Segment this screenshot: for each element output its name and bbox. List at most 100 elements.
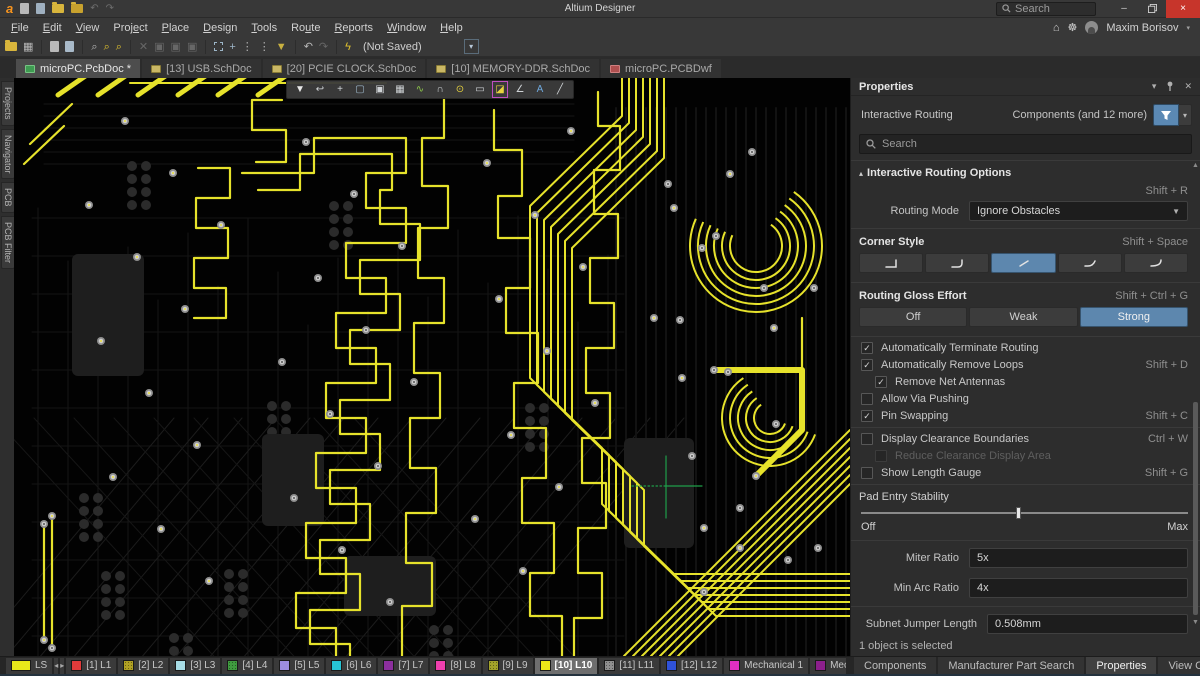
doc-tab-1[interactable]: microPC.PcbDoc * — [16, 59, 140, 78]
checkbox-row-pin-swapping[interactable]: ✓Pin SwappingShift + C — [851, 407, 1200, 424]
layer-item-4-l4[interactable]: [4] L4 — [222, 658, 272, 674]
active-layer-icon[interactable]: ◪ — [492, 81, 508, 98]
zoom-document-icon[interactable]: ⌕ — [91, 40, 97, 54]
panel-close-icon[interactable]: ✕ — [1184, 81, 1192, 92]
document-icon[interactable] — [50, 41, 59, 52]
menu-project[interactable]: Project — [106, 20, 154, 36]
checkbox[interactable] — [875, 450, 887, 462]
move-icon[interactable]: + — [330, 81, 350, 98]
layer-item-9-l9[interactable]: [9] L9 — [483, 658, 533, 674]
pad-entry-slider[interactable] — [851, 505, 1200, 519]
pcb-editor-canvas[interactable]: ▼↩+▢▣▦∿∩⊙▭◪∠A╱ — [14, 78, 850, 656]
paste-icon[interactable]: ▣ — [171, 40, 181, 54]
user-menu-chevron-icon[interactable]: ▾ — [1186, 24, 1190, 32]
checkbox[interactable]: ✓ — [875, 376, 887, 388]
field-input-min-arc-ratio[interactable]: 4x — [969, 578, 1188, 598]
restore-button[interactable] — [1138, 0, 1166, 18]
rail-tab-pcb-filter[interactable]: PCB Filter — [1, 216, 15, 269]
doc-tab-4[interactable]: [10] MEMORY-DDR.SchDoc — [427, 59, 599, 78]
panel-tab-properties[interactable]: Properties — [1086, 657, 1156, 674]
scrollbar-thumb[interactable] — [1193, 402, 1198, 615]
layer-item-10-l10[interactable]: [10] L10 — [535, 658, 598, 674]
layer-item-2-l2[interactable]: [2] L2 — [118, 658, 168, 674]
menu-help[interactable]: Help — [433, 20, 470, 36]
via-icon[interactable]: ⊙ — [450, 81, 470, 98]
layer-item-1-l1[interactable]: [1] L1 — [66, 658, 116, 674]
panel-tab-components[interactable]: Components — [854, 657, 936, 674]
undo-icon[interactable]: ↶ — [90, 3, 98, 15]
menu-tools[interactable]: Tools — [244, 20, 284, 36]
open-document-icon[interactable] — [36, 3, 45, 14]
corner-style-corner-90-rounded[interactable] — [925, 253, 989, 273]
menu-file[interactable]: File — [4, 20, 36, 36]
corner-style-corner-arc[interactable] — [1124, 253, 1188, 273]
section-interactive-routing-options[interactable]: ▴Interactive Routing Options — [851, 160, 1200, 183]
rail-tab-projects[interactable]: Projects — [1, 81, 15, 126]
doc-tab-5[interactable]: microPC.PCBDwf — [601, 59, 721, 78]
checkbox-row-remove-net-antennas[interactable]: ✓Remove Net Antennas — [851, 373, 1200, 390]
move-icon[interactable]: + — [229, 40, 235, 54]
layer-scroll-left[interactable]: ◂ — [54, 658, 58, 674]
avatar[interactable] — [1085, 21, 1098, 34]
object-filter-button[interactable] — [1153, 104, 1179, 126]
rail-tab-navigator[interactable]: Navigator — [1, 129, 15, 180]
layer-item-7-l7[interactable]: [7] L7 — [378, 658, 428, 674]
rail-tab-pcb[interactable]: PCB — [1, 182, 15, 213]
home-icon[interactable]: ⌂ — [1053, 22, 1060, 34]
layer-item-mechanical-2[interactable]: Mechanical 2 — [810, 658, 846, 674]
align2-icon[interactable]: ⋮ — [259, 40, 270, 54]
gloss-strong[interactable]: Strong — [1080, 307, 1188, 327]
checkbox[interactable] — [861, 467, 873, 479]
panel-menu-chevron-icon[interactable]: ▾ — [1152, 81, 1157, 92]
union-icon[interactable]: ▣ — [370, 81, 390, 98]
checkbox-row-display-clearance-boundaries[interactable]: Display Clearance BoundariesCtrl + W — [851, 430, 1200, 447]
align-icon[interactable]: ⋮ — [242, 40, 253, 54]
checkbox-row-automatically-remove-loops[interactable]: ✓Automatically Remove LoopsShift + D — [851, 356, 1200, 373]
layer-scroll-right[interactable]: ▸ — [60, 658, 64, 674]
open-folder-icon[interactable] — [52, 4, 64, 13]
doc-tab-2[interactable]: [13] USB.SchDoc — [142, 59, 261, 78]
zoom-icon[interactable]: ⌕ — [104, 40, 110, 54]
checkbox-row-show-length-gauge[interactable]: Show Length GaugeShift + G — [851, 464, 1200, 481]
panel-tab-view-configuration[interactable]: View Configuration — [1158, 657, 1200, 674]
checkbox[interactable]: ✓ — [861, 359, 873, 371]
layer-item-6-l6[interactable]: [6] L6 — [326, 658, 376, 674]
menu-window[interactable]: Window — [380, 20, 433, 36]
layer-item-12-l12[interactable]: [12] L12 — [661, 658, 722, 674]
doc-tab-3[interactable]: [20] PCIE CLOCK.SchDoc — [263, 59, 426, 78]
autoroute-icon[interactable]: ϟ — [345, 40, 351, 54]
menu-reports[interactable]: Reports — [327, 20, 380, 36]
gloss-off[interactable]: Off — [859, 307, 967, 327]
snap-icon[interactable]: ↩ — [310, 81, 330, 98]
panel-scrollbar[interactable]: ▲ ▼ — [1192, 162, 1199, 624]
pin-icon[interactable] — [1166, 81, 1174, 93]
cut-icon[interactable]: ✕ — [139, 40, 148, 54]
open-project-icon[interactable] — [71, 4, 83, 13]
room-icon[interactable]: ▭ — [470, 81, 490, 98]
properties-search-input[interactable]: Search — [859, 134, 1192, 154]
user-name[interactable]: Maxim Borisov — [1106, 22, 1178, 34]
menu-edit[interactable]: Edit — [36, 20, 69, 36]
layer-item-5-l5[interactable]: [5] L5 — [274, 658, 324, 674]
gloss-weak[interactable]: Weak — [969, 307, 1077, 327]
settings-gear-icon[interactable]: ☸ — [1067, 21, 1077, 34]
field-input-subnet-jumper-length[interactable]: 0.508mm — [987, 614, 1188, 634]
arc-icon[interactable]: ∩ — [430, 81, 450, 98]
not-saved-dropdown[interactable]: ▾ — [464, 39, 479, 54]
field-input-miter-ratio[interactable]: 5x — [969, 548, 1188, 568]
object-filter-dropdown[interactable]: ▾ — [1179, 104, 1192, 126]
layer-item-mechanical-1[interactable]: Mechanical 1 — [724, 658, 808, 674]
route-icon[interactable]: ∿ — [410, 81, 430, 98]
not-saved-combo[interactable]: (Not Saved) — [363, 41, 422, 53]
redo-icon[interactable]: ↷ — [106, 3, 114, 15]
layer-item-8-l8[interactable]: [8] L8 — [430, 658, 480, 674]
scroll-down-icon[interactable]: ▼ — [1192, 619, 1199, 626]
filter-icon[interactable]: ▼ — [290, 81, 310, 98]
text-icon[interactable]: A — [530, 81, 550, 98]
select-icon[interactable]: ▢ — [350, 81, 370, 98]
select-area-icon[interactable] — [214, 42, 223, 51]
checkbox-row-allow-via-pushing[interactable]: Allow Via Pushing — [851, 390, 1200, 407]
checkbox[interactable]: ✓ — [861, 342, 873, 354]
checkbox-row-automatically-terminate-routing[interactable]: ✓Automatically Terminate Routing — [851, 339, 1200, 356]
menu-route[interactable]: Route — [284, 20, 327, 36]
